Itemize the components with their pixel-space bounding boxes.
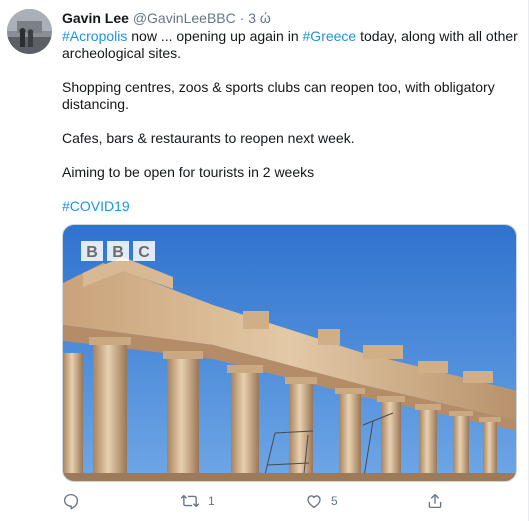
- tweet[interactable]: Gavin Lee @GavinLeeBBC · 3 ώ #Acropolis …: [0, 0, 529, 521]
- tweet-time[interactable]: 3 ώ: [248, 10, 271, 26]
- tweet-text-segment: today, along with all other: [356, 28, 518, 44]
- retweet-count: 1: [208, 494, 215, 508]
- reply-button[interactable]: [62, 490, 80, 512]
- share-icon: [428, 493, 442, 509]
- hashtag-covid19[interactable]: #COVID19: [62, 198, 130, 214]
- tweet-header: Gavin Lee @GavinLeeBBC · 3 ώ: [62, 9, 518, 28]
- reply-icon: [63, 493, 79, 510]
- tweet-actions: 1 5: [62, 490, 462, 512]
- retweet-button[interactable]: 1: [180, 490, 215, 512]
- tweet-text-segment: now ... opening up again in: [127, 28, 303, 44]
- parthenon-photo: B B C: [63, 225, 516, 481]
- share-button[interactable]: [426, 490, 444, 512]
- bbc-letter: B: [112, 244, 124, 261]
- hashtag-acropolis[interactable]: #Acropolis: [62, 28, 127, 44]
- like-button[interactable]: 5: [305, 490, 338, 512]
- avatar[interactable]: [7, 9, 52, 54]
- bbc-watermark: B B C: [81, 241, 155, 261]
- heart-icon: [307, 495, 321, 509]
- retweet-icon: [180, 494, 200, 508]
- tweet-line: archeological sites.: [62, 45, 182, 61]
- hashtag-greece[interactable]: #Greece: [303, 28, 357, 44]
- tweet-line: Cafes, bars & restaurants to reopen next…: [62, 130, 355, 146]
- bbc-letter: C: [138, 244, 150, 261]
- tweet-content: Gavin Lee @GavinLeeBBC · 3 ώ #Acropolis …: [62, 9, 518, 215]
- tweet-image[interactable]: B B C: [62, 224, 517, 482]
- tweet-text: #Acropolis now ... opening up again in #…: [62, 28, 518, 215]
- author-name[interactable]: Gavin Lee: [62, 10, 129, 26]
- tweet-line: #Acropolis now ... opening up again in #…: [62, 28, 518, 45]
- header-separator: ·: [239, 10, 245, 26]
- tweet-line: Shopping centres, zoos & sports clubs ca…: [62, 79, 495, 95]
- tweet-line: distancing.: [62, 96, 129, 112]
- like-count: 5: [331, 494, 338, 508]
- author-handle[interactable]: @GavinLeeBBC: [133, 10, 236, 26]
- bbc-letter: B: [86, 244, 98, 261]
- tweet-line: #COVID19: [62, 198, 518, 215]
- tweet-line: Aiming to be open for tourists in 2 week…: [62, 164, 315, 180]
